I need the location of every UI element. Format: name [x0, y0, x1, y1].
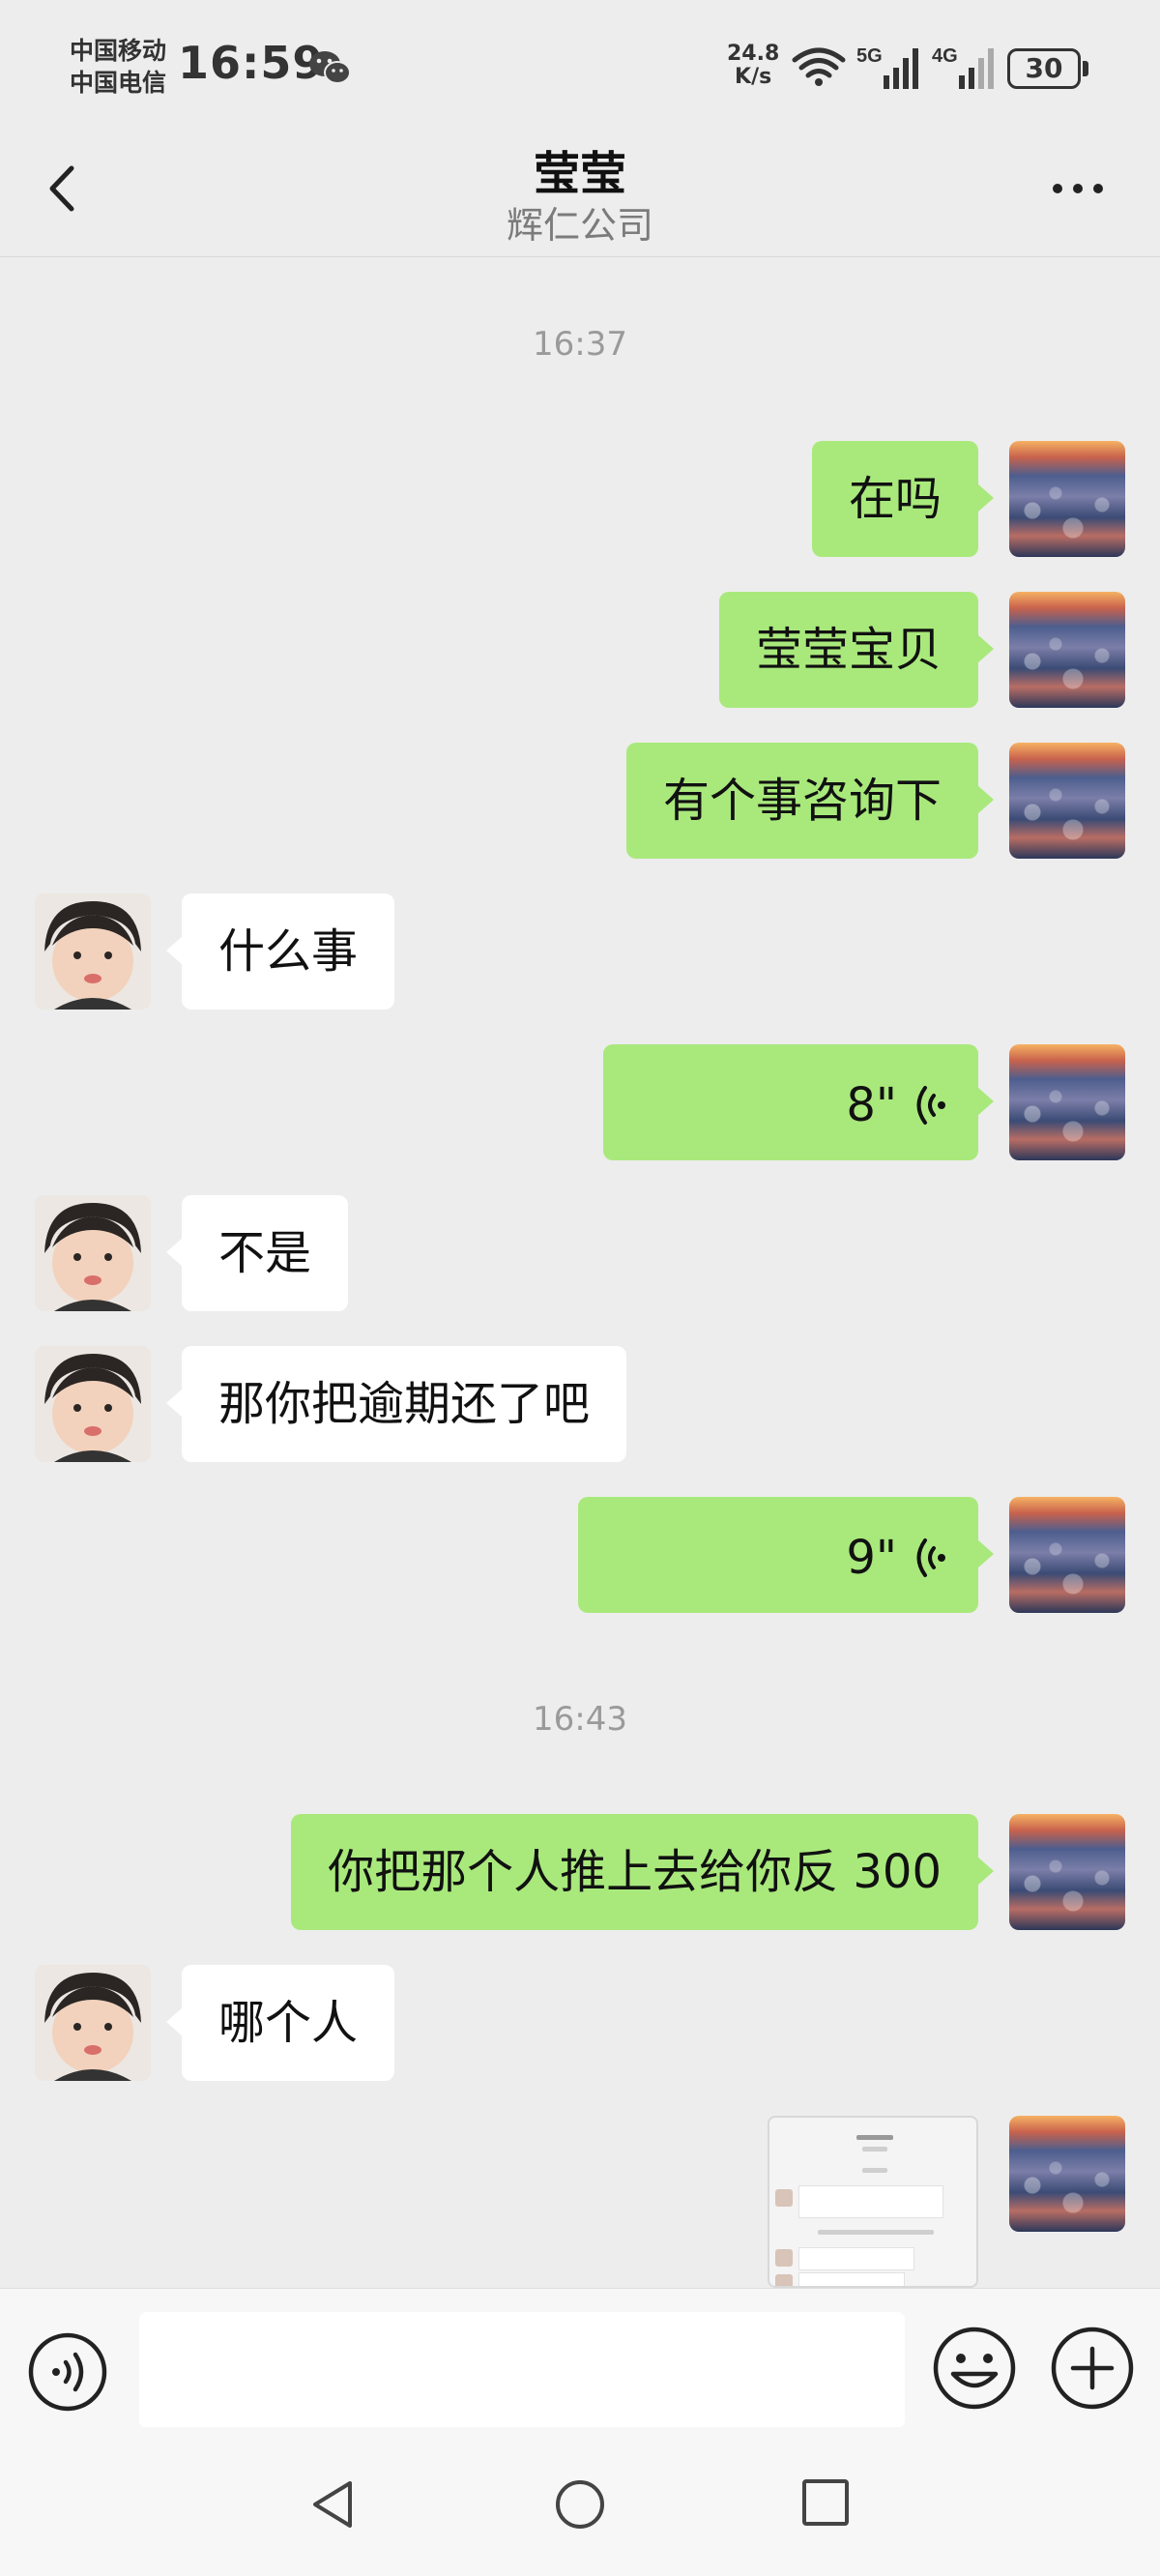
my-avatar[interactable]: [1009, 1044, 1125, 1160]
carrier-labels: 中国移动 中国电信: [70, 35, 166, 99]
message-bubble-received[interactable]: 不是: [165, 1195, 349, 1311]
svg-text:5G: 5G: [856, 45, 883, 67]
network-speed: 24.8 K/s: [727, 43, 779, 89]
voice-duration: 9": [846, 1531, 897, 1585]
thumb-avatar: [775, 2249, 793, 2267]
thumb-bubble: [798, 2272, 905, 2286]
image-message-sent[interactable]: [768, 2116, 978, 2288]
battery-icon: 30: [1007, 48, 1088, 89]
voice-wave-icon: [916, 1538, 945, 1577]
status-time: 16:59: [178, 37, 325, 89]
thumb-bubble: [798, 2247, 914, 2270]
timestamp: 16:43: [533, 1700, 627, 1739]
thumb-avatar: [775, 2189, 793, 2207]
status-bar: 中国移动 中国电信 16:59 24.8 K/s 5G 4G 30: [0, 0, 1160, 135]
system-navigation-bar: [0, 2427, 1160, 2576]
voice-message-sent[interactable]: 9": [578, 1497, 994, 1613]
my-avatar[interactable]: [1009, 441, 1125, 557]
my-avatar[interactable]: [1009, 743, 1125, 859]
wechat-notification-icon: [309, 51, 351, 84]
signal-4g-icon: 4G: [932, 45, 994, 89]
thumb-title-line: [856, 2135, 893, 2140]
chat-title: 莹莹: [533, 147, 626, 201]
baby-face-icon: [35, 1965, 151, 2081]
voice-message-sent[interactable]: 8": [603, 1044, 994, 1160]
nav-back-icon[interactable]: [305, 2475, 363, 2533]
thumb-bubble: [798, 2185, 943, 2218]
contact-avatar[interactable]: [35, 1965, 151, 2081]
message-bubble-received[interactable]: 那你把逾期还了吧: [165, 1346, 627, 1462]
message-bubble-sent[interactable]: 有个事咨询下: [625, 743, 995, 859]
more-dots-icon[interactable]: [1044, 172, 1112, 205]
my-avatar[interactable]: [1009, 2116, 1125, 2232]
message-bubble-received[interactable]: 什么事: [165, 893, 395, 1010]
thumb-notice-line: [818, 2230, 934, 2235]
message-bubble-sent[interactable]: 你把那个人推上去给你反 300: [291, 1814, 994, 1930]
chat-subtitle: 辉仁公司: [506, 204, 653, 247]
my-avatar[interactable]: [1009, 592, 1125, 708]
baby-face-icon: [35, 893, 151, 1010]
contact-avatar[interactable]: [35, 1195, 151, 1311]
network-speed-unit: K/s: [735, 65, 772, 89]
message-bubble-received[interactable]: 哪个人: [165, 1965, 395, 2081]
plus-icon[interactable]: [1050, 2326, 1135, 2411]
thumb-avatar: [775, 2274, 793, 2286]
baby-face-icon: [35, 1195, 151, 1311]
message-bubble-sent[interactable]: 莹莹宝贝: [718, 592, 995, 708]
my-avatar[interactable]: [1009, 1814, 1125, 1930]
svg-text:4G: 4G: [932, 45, 958, 67]
carrier-1: 中国移动: [70, 37, 167, 65]
chat-header: 莹莹 辉仁公司: [0, 135, 1160, 257]
voice-input-icon[interactable]: [27, 2331, 108, 2413]
message-list[interactable]: 16:37 在吗 莹莹宝贝 有个事咨询下 什么事 8" 不是 那你把逾期还了吧 …: [0, 257, 1160, 2288]
voice-wave-icon: [916, 1086, 945, 1125]
thumb-time-line: [862, 2168, 887, 2173]
message-bubble-sent[interactable]: 在吗: [811, 441, 995, 557]
signal-5g-icon: 5G: [856, 45, 918, 89]
carrier-2: 中国电信: [70, 69, 167, 97]
baby-face-icon: [35, 1346, 151, 1462]
contact-avatar[interactable]: [35, 1346, 151, 1462]
nav-recent-apps-icon[interactable]: [798, 2475, 853, 2530]
thumb-subtitle-line: [862, 2147, 887, 2152]
my-avatar[interactable]: [1009, 1497, 1125, 1613]
input-bar: [0, 2288, 1160, 2428]
message-input[interactable]: [139, 2312, 905, 2428]
battery-level: 30: [1007, 48, 1081, 89]
battery-tip: [1083, 61, 1088, 76]
voice-duration: 8": [846, 1078, 897, 1132]
emoji-icon[interactable]: [932, 2326, 1017, 2411]
contact-avatar[interactable]: [35, 893, 151, 1010]
network-speed-value: 24.8: [727, 42, 780, 66]
nav-home-icon[interactable]: [551, 2475, 609, 2533]
wifi-icon: [792, 47, 846, 86]
timestamp: 16:37: [533, 325, 627, 364]
